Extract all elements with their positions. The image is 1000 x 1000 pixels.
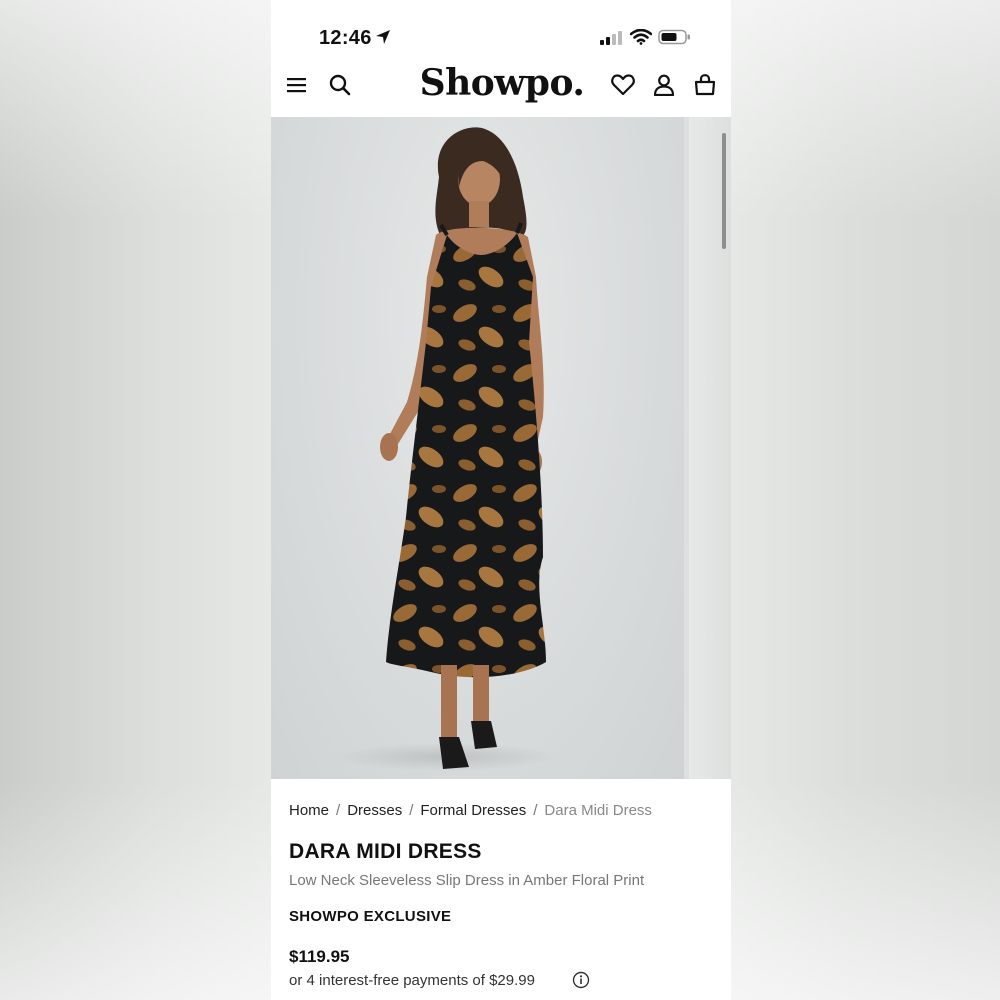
battery-icon [658,29,692,50]
product-subtitle: Low Neck Sleeveless Slip Dress in Amber … [289,872,645,889]
breadcrumb-dresses[interactable]: Dresses [347,802,402,819]
exclusive-badge: SHOWPO EXCLUSIVE [289,908,452,925]
search-icon[interactable] [327,72,353,98]
installment-info: or 4 interest-free payments of $29.99 [289,972,535,989]
bag-icon[interactable] [692,72,718,98]
model-illustration [336,127,556,771]
phone-screen: 12:46 Showpo. Home / Dresses / Formal Dr… [271,0,731,1000]
info-icon[interactable] [572,971,590,994]
wifi-icon [629,28,653,50]
status-time: 12:46 [319,27,372,49]
product-title: DARA MIDI DRESS [289,840,482,863]
breadcrumb-formal-dresses[interactable]: Formal Dresses [420,802,526,819]
breadcrumb-current: Dara Midi Dress [544,802,652,819]
heart-icon[interactable] [610,72,636,98]
cellular-signal-icon [600,31,624,50]
breadcrumb: Home / Dresses / Formal Dresses / Dara Midi Dr… [289,802,652,819]
location-arrow-icon [375,29,391,50]
product-image-gallery[interactable] [271,117,731,779]
product-image-main[interactable] [271,117,684,779]
breadcrumb-separator: / [533,802,538,819]
scrollbar[interactable] [722,133,726,249]
account-icon[interactable] [651,72,677,98]
breadcrumb-home[interactable]: Home [289,802,329,819]
menu-icon[interactable] [284,72,310,98]
breadcrumb-separator: / [409,802,414,819]
brand-logo[interactable]: Showpo. [417,62,587,104]
breadcrumb-separator: / [336,802,341,819]
product-price: $119.95 [289,947,350,966]
